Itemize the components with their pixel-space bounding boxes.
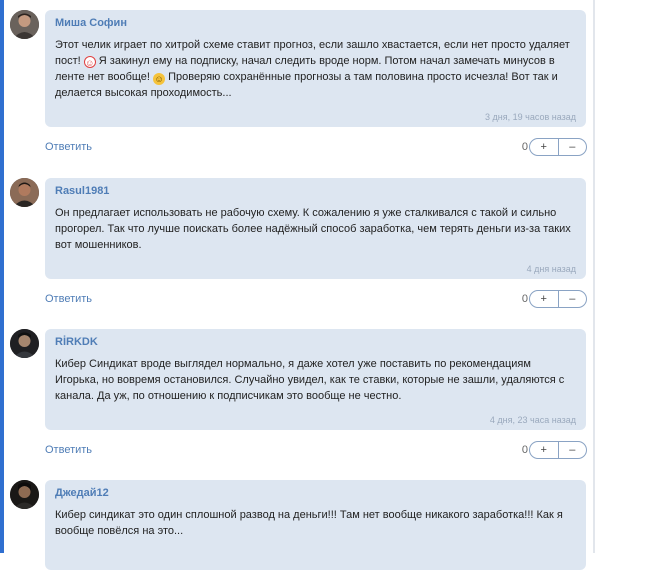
vote-buttons: + – xyxy=(529,441,587,459)
rating-count: 0 xyxy=(521,293,528,305)
comment-author[interactable]: Миша Софин xyxy=(55,17,576,30)
comment-bubble: Миша Софин Этот челик играет по хитрой с… xyxy=(45,10,586,127)
downvote-button[interactable]: – xyxy=(557,442,587,458)
rating-count: 0 xyxy=(521,444,528,456)
comment-author[interactable]: Джедай12 xyxy=(55,487,576,500)
comment-text: Кибер Синдикат вроде выглядел нормально,… xyxy=(55,358,565,402)
downvote-button[interactable]: – xyxy=(557,139,587,155)
comment-timestamp: 4 дня, 23 часа назад xyxy=(489,415,576,425)
avatar[interactable] xyxy=(10,480,39,509)
comment-timestamp: 3 дня, 19 часов назад xyxy=(485,112,576,122)
vote-buttons: + – xyxy=(529,138,587,156)
comment-bubble: Rasul1981 Он предлагает использовать не … xyxy=(45,178,586,279)
comment-author[interactable]: Rasul1981 xyxy=(55,185,576,198)
comment-bubble: Джедай12 Кибер синдикат это один сплошно… xyxy=(45,480,586,570)
reply-link[interactable]: Ответить xyxy=(45,141,92,153)
upvote-button[interactable]: + xyxy=(530,442,558,458)
avatar[interactable] xyxy=(10,178,39,207)
comment-timestamp: 4 дня назад xyxy=(526,264,576,274)
column-divider xyxy=(593,0,595,553)
comment-item: Миша Софин Этот челик играет по хитрой с… xyxy=(10,10,588,160)
clown-face-icon: ☺ xyxy=(83,56,96,68)
comment-author[interactable]: RİRKDK xyxy=(55,336,576,349)
avatar[interactable] xyxy=(10,10,39,39)
comment-bubble: RİRKDK Кибер Синдикат вроде выглядел нор… xyxy=(45,329,586,430)
upvote-button[interactable]: + xyxy=(530,291,558,307)
left-accent-bar xyxy=(0,0,4,553)
comment-item: RİRKDK Кибер Синдикат вроде выглядел нор… xyxy=(10,329,588,464)
reply-link[interactable]: Ответить xyxy=(45,293,92,305)
comment-actions: Ответить 0 + – xyxy=(45,441,587,461)
comment-item: Rasul1981 Он предлагает использовать не … xyxy=(10,178,588,313)
comment-text: Он предлагает использовать не рабочую сх… xyxy=(55,207,571,251)
neutral-face-icon: ☺ xyxy=(153,73,166,85)
avatar[interactable] xyxy=(10,329,39,358)
comment-text: Кибер синдикат это один сплошной развод … xyxy=(55,509,563,537)
rating-count: 0 xyxy=(521,141,528,153)
comment-text: Этот челик играет по хитрой схеме ставит… xyxy=(55,39,570,99)
vote-buttons: + – xyxy=(529,290,587,308)
comment-item: Джедай12 Кибер синдикат это один сплошно… xyxy=(10,480,588,570)
upvote-button[interactable]: + xyxy=(530,139,558,155)
comments-feed: Миша Софин Этот челик играет по хитрой с… xyxy=(10,0,588,570)
downvote-button[interactable]: – xyxy=(557,291,587,307)
comment-actions: Ответить 0 + – xyxy=(45,290,587,310)
reply-link[interactable]: Ответить xyxy=(45,444,92,456)
comment-actions: Ответить 0 + – xyxy=(45,138,587,158)
